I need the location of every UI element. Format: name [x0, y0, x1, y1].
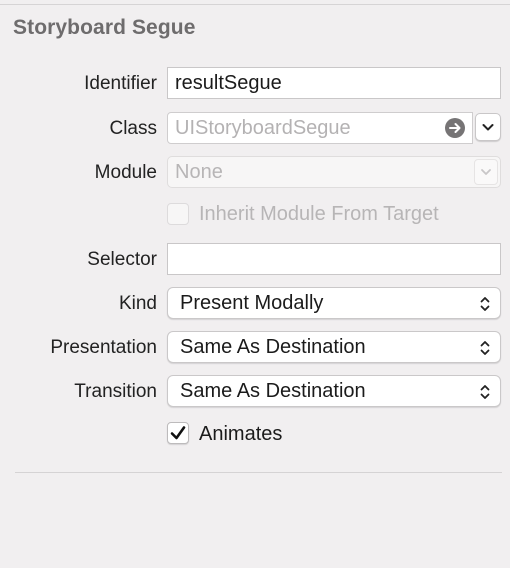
inherit-module-checkbox[interactable] [167, 203, 189, 225]
animates-label: Animates [199, 423, 283, 445]
kind-row: Kind Present Modally [0, 287, 510, 321]
chevron-down-icon [481, 169, 491, 175]
chevron-down-icon [482, 124, 494, 131]
up-down-chevron-icon [480, 341, 490, 355]
transition-popup[interactable]: Same As Destination [167, 375, 501, 407]
module-label: Module [94, 162, 157, 183]
transition-row: Transition Same As Destination [0, 375, 510, 409]
class-label: Class [109, 118, 157, 139]
animates-checkbox[interactable] [167, 422, 189, 444]
presentation-row: Presentation Same As Destination [0, 331, 510, 365]
arrow-right-circle-icon[interactable] [445, 118, 465, 138]
top-divider [0, 4, 510, 5]
module-popup[interactable]: None [167, 156, 501, 188]
up-down-chevron-icon [480, 385, 490, 399]
bottom-divider [15, 472, 502, 473]
identifier-row: Identifier resultSegue [0, 67, 510, 101]
section-title: Storyboard Segue [13, 16, 196, 39]
presentation-popup[interactable]: Same As Destination [167, 331, 501, 363]
identifier-field[interactable]: resultSegue [167, 67, 501, 99]
module-row: Module None [0, 156, 510, 190]
selector-label: Selector [87, 249, 157, 270]
kind-label: Kind [118, 293, 157, 314]
class-field[interactable]: UIStoryboardSegue [167, 112, 473, 144]
transition-value: Same As Destination [180, 380, 366, 402]
selector-row: Selector [0, 243, 510, 277]
class-dropdown-button[interactable] [475, 113, 501, 141]
selector-field[interactable] [167, 243, 501, 275]
kind-popup[interactable]: Present Modally [167, 287, 501, 319]
class-placeholder: UIStoryboardSegue [175, 117, 351, 139]
kind-value: Present Modally [180, 292, 324, 314]
inherit-module-label: Inherit Module From Target [199, 203, 439, 225]
identifier-label: Identifier [84, 73, 157, 94]
checkmark-icon [170, 426, 186, 440]
presentation-label: Presentation [50, 337, 157, 358]
class-row: Class UIStoryboardSegue [0, 112, 510, 146]
transition-label: Transition [74, 381, 157, 402]
up-down-chevron-icon [480, 297, 490, 311]
module-value: None [175, 161, 223, 183]
presentation-value: Same As Destination [180, 336, 366, 358]
